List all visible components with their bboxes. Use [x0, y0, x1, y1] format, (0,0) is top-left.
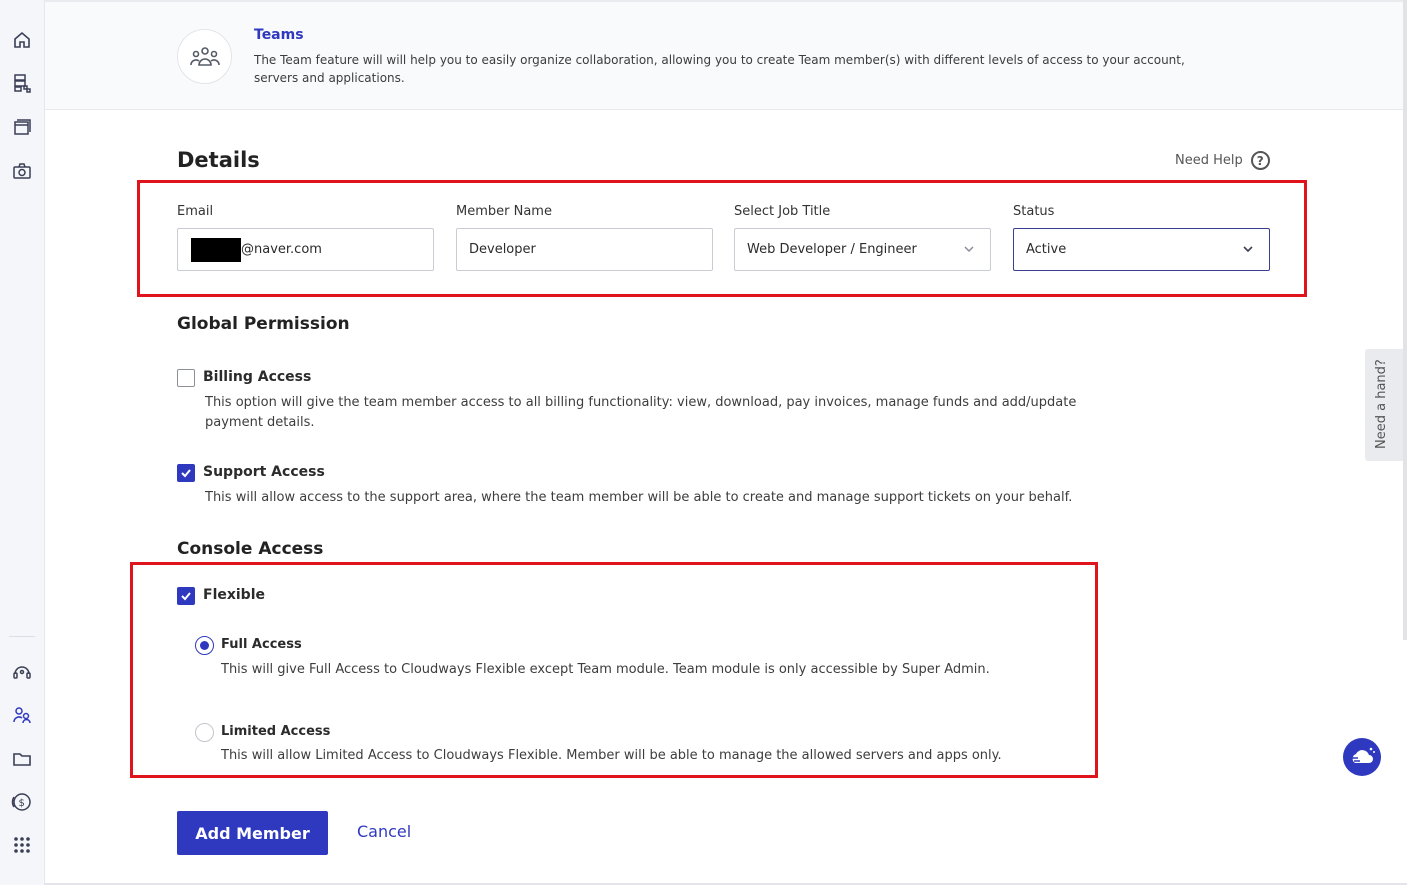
email-field[interactable]: @naver.com: [177, 228, 434, 271]
addons-icon[interactable]: [11, 160, 33, 182]
chat-bot-icon[interactable]: [1343, 738, 1381, 776]
flexible-title: Flexible: [203, 587, 266, 603]
need-help-label: Need Help: [1175, 153, 1243, 168]
chevron-down-icon: [1243, 246, 1253, 253]
need-help-link[interactable]: Need Help ?: [1175, 151, 1270, 170]
support-access-checkbox[interactable]: [177, 464, 195, 482]
projects-icon[interactable]: [11, 748, 33, 770]
full-access-description: This will give Full Access to Cloudways …: [221, 662, 990, 677]
full-access-radio[interactable]: [195, 636, 214, 655]
checkbox-check-icon: [181, 469, 191, 478]
member-name-value: Developer: [469, 242, 536, 257]
job-title-select[interactable]: Web Developer / Engineer: [734, 228, 991, 271]
banner-description: The Team feature will will help you to e…: [254, 53, 1185, 85]
status-select[interactable]: Active: [1013, 228, 1270, 271]
member-name-field[interactable]: Developer: [456, 228, 713, 271]
details-heading: Details: [177, 148, 260, 172]
teams-icon: [177, 29, 232, 84]
email-label: Email: [177, 204, 214, 219]
flexible-checkbox[interactable]: [177, 587, 195, 605]
cancel-button[interactable]: Cancel: [357, 822, 411, 841]
home-icon[interactable]: [11, 29, 33, 51]
support-icon[interactable]: [11, 660, 33, 682]
billing-access-title: Billing Access: [203, 369, 312, 385]
job-title-label: Select Job Title: [734, 204, 831, 219]
redacted-block: [191, 237, 241, 262]
applications-icon[interactable]: [11, 116, 33, 138]
console-access-heading: Console Access: [177, 539, 324, 559]
scrollbar[interactable]: [1403, 0, 1407, 640]
limited-access-description: This will allow Limited Access to Cloudw…: [221, 748, 1002, 763]
status-label: Status: [1013, 204, 1055, 219]
chevron-down-icon: [964, 246, 974, 253]
servers-icon[interactable]: [11, 72, 33, 94]
team-icon[interactable]: [11, 704, 33, 726]
teams-banner: Teams The Team feature will will help yo…: [45, 2, 1405, 110]
billing-icon[interactable]: $: [11, 791, 33, 813]
need-a-hand-tab[interactable]: Need a hand?: [1365, 349, 1403, 461]
apps-grid-icon[interactable]: [11, 834, 33, 856]
email-value: @naver.com: [241, 242, 322, 257]
billing-access-description: This option will give the team member ac…: [205, 395, 1077, 430]
svg-text:$: $: [19, 798, 25, 809]
banner-title: Teams: [254, 27, 304, 43]
job-title-value: Web Developer / Engineer: [747, 242, 917, 257]
support-access-title: Support Access: [203, 464, 325, 480]
left-sidebar: $: [0, 0, 45, 885]
billing-access-checkbox[interactable]: [177, 369, 195, 387]
need-a-hand-label: Need a hand?: [1374, 359, 1389, 449]
limited-access-title: Limited Access: [221, 724, 331, 739]
member-name-label: Member Name: [456, 204, 552, 219]
help-icon: ?: [1250, 151, 1270, 170]
full-access-title: Full Access: [221, 637, 302, 652]
status-value: Active: [1026, 242, 1067, 257]
sidebar-divider: [9, 636, 35, 637]
global-permission-heading: Global Permission: [177, 314, 350, 334]
support-access-description: This will allow access to the support ar…: [205, 490, 1073, 505]
limited-access-radio[interactable]: [195, 723, 214, 742]
add-member-button[interactable]: Add Member: [177, 811, 328, 855]
checkbox-check-icon: [181, 592, 191, 601]
